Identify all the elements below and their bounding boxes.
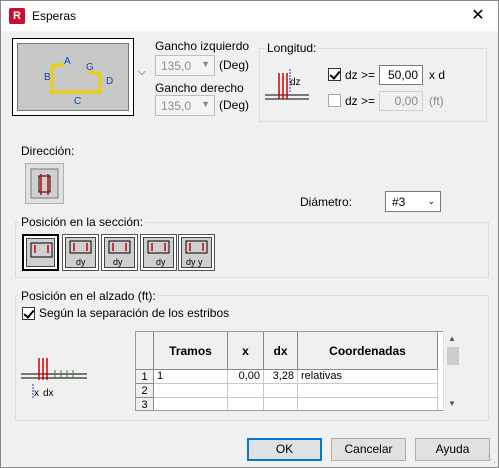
section-position-title: Posición en la sección: bbox=[19, 215, 146, 229]
table-cell-dx[interactable] bbox=[264, 384, 298, 398]
table-cell-dx[interactable]: 3,28 bbox=[264, 370, 298, 384]
stirrup-spacing-label: Según la separación de los estribos bbox=[39, 306, 230, 320]
dz-icon-label: dz bbox=[290, 77, 301, 88]
elevation-position-title: Posición en el alzado (ft): bbox=[19, 289, 158, 303]
table-cell-x[interactable] bbox=[228, 398, 264, 410]
direction-button[interactable] bbox=[25, 163, 64, 204]
table-cell-coordenadas[interactable] bbox=[298, 398, 438, 410]
dz-factor-input[interactable]: 50,00 bbox=[379, 65, 423, 85]
window-title: Esperas bbox=[32, 9, 77, 23]
right-hook-label: Gancho derecho bbox=[155, 81, 244, 95]
revit-app-icon: R bbox=[9, 8, 25, 24]
stirrup-hook-left bbox=[51, 62, 65, 68]
section-option-4-sub: dy bbox=[156, 257, 166, 267]
section-option-5-sub: dy y bbox=[186, 257, 203, 267]
section-position-option-5[interactable]: dy y bbox=[178, 234, 215, 271]
dz-factor-label: dz >= bbox=[345, 68, 376, 82]
elevation-dx-icon: x dx bbox=[21, 358, 87, 399]
table-cell-coordenadas[interactable] bbox=[298, 384, 438, 398]
close-icon[interactable]: ✕ bbox=[468, 6, 488, 26]
table-vertical-scrollbar[interactable]: ▲ ▼ bbox=[443, 331, 462, 411]
help-button[interactable]: Ayuda bbox=[415, 438, 490, 461]
row-header-3[interactable]: 3 bbox=[136, 398, 154, 410]
right-hook-unit: (Deg) bbox=[219, 98, 250, 112]
elevation-icon-x: x bbox=[34, 388, 39, 399]
section-position-icon-1 bbox=[30, 242, 53, 258]
column-header-dx[interactable]: dx bbox=[264, 332, 298, 370]
stirrup-spacing-checkbox[interactable] bbox=[22, 307, 35, 320]
length-group-title: Longitud: bbox=[265, 41, 319, 55]
table-cell-tramos[interactable] bbox=[154, 398, 228, 410]
column-header-coordenadas[interactable]: Coordenadas bbox=[298, 332, 438, 370]
scroll-up-icon[interactable]: ▲ bbox=[448, 334, 456, 343]
left-hook-select[interactable]: 135,0 ▼ bbox=[155, 55, 215, 76]
table-cell-x[interactable]: 0,00 bbox=[228, 370, 264, 384]
direction-stirrup-icon bbox=[30, 168, 59, 199]
preview-label-c: C bbox=[74, 96, 81, 107]
chevron-down-icon: ▼ bbox=[201, 99, 210, 109]
right-hook-select[interactable]: 135,0 ▼ bbox=[155, 95, 215, 116]
row-header-2[interactable]: 2 bbox=[136, 384, 154, 398]
right-hook-value: 135,0 bbox=[161, 99, 192, 113]
dz-factor-checkbox[interactable] bbox=[328, 68, 341, 81]
section-position-option-2[interactable]: dy bbox=[62, 234, 99, 271]
table-cell-dx[interactable] bbox=[264, 398, 298, 410]
elevation-icon-dx: dx bbox=[43, 388, 54, 399]
dz-length-input[interactable]: 0,00 bbox=[379, 91, 423, 111]
table-cell-tramos[interactable]: 1 bbox=[154, 370, 228, 384]
preview-label-b: B bbox=[44, 72, 51, 83]
preview-label-d: D bbox=[106, 76, 113, 87]
column-header-x[interactable]: x bbox=[228, 332, 264, 370]
table-cell-tramos[interactable] bbox=[154, 384, 228, 398]
section-position-icon-3: dy bbox=[108, 240, 131, 267]
scroll-down-icon[interactable]: ▼ bbox=[448, 399, 456, 408]
left-hook-unit: (Deg) bbox=[219, 58, 250, 72]
resize-grip-icon[interactable]: ⋱ bbox=[487, 454, 496, 465]
section-position-option-4[interactable]: dy bbox=[140, 234, 177, 271]
ok-button[interactable]: OK bbox=[247, 438, 322, 461]
chevron-down-icon: ▼ bbox=[201, 59, 210, 69]
elevation-table[interactable]: Tramos x dx Coordenadas 1 1 0,00 3,28 re… bbox=[135, 331, 462, 411]
dz-factor-unit: x d bbox=[429, 68, 446, 82]
diameter-label: Diámetro: bbox=[300, 195, 353, 209]
section-position-icon-4: dy bbox=[147, 240, 170, 267]
section-position-option-1[interactable] bbox=[22, 234, 59, 271]
left-hook-label: Gancho izquierdo bbox=[155, 39, 250, 53]
scroll-thumb[interactable] bbox=[447, 347, 459, 365]
section-option-2-sub: dy bbox=[76, 257, 86, 267]
hook-shape-chevron-down-icon[interactable]: ⌵ bbox=[138, 67, 146, 78]
diameter-value: #3 bbox=[392, 195, 406, 209]
section-position-option-3[interactable]: dy bbox=[101, 234, 138, 271]
stirrup-hook-drawing: A B C D G bbox=[44, 56, 113, 107]
hook-shape-canvas: A B C D G bbox=[17, 43, 129, 111]
esperas-dialog: R Esperas ✕ A B C D G ⌵ Gancho izquierdo… bbox=[0, 0, 499, 468]
hook-shape-preview[interactable]: A B C D G bbox=[12, 38, 134, 116]
diameter-select[interactable]: #3 ⌄ bbox=[385, 191, 441, 212]
column-header-tramos[interactable]: Tramos bbox=[154, 332, 228, 370]
preview-label-g: G bbox=[86, 62, 94, 73]
dz-length-label: dz >= bbox=[345, 94, 376, 108]
section-option-3-sub: dy bbox=[113, 257, 123, 267]
preview-label-a: A bbox=[64, 56, 71, 67]
dz-length-checkbox[interactable] bbox=[328, 94, 341, 107]
table-cell-x[interactable] bbox=[228, 384, 264, 398]
section-position-icon-5: dy y bbox=[185, 240, 208, 267]
table-corner-header bbox=[136, 332, 154, 370]
title-bar: R Esperas ✕ bbox=[1, 1, 498, 31]
table-cell-coordenadas[interactable]: relativas bbox=[298, 370, 438, 384]
dz-length-icon: dz bbox=[265, 69, 309, 100]
direction-label: Dirección: bbox=[21, 144, 75, 158]
chevron-down-icon: ⌄ bbox=[427, 196, 435, 206]
section-position-icon-2: dy bbox=[69, 240, 92, 267]
row-header-1[interactable]: 1 bbox=[136, 370, 154, 384]
cancel-button[interactable]: Cancelar bbox=[331, 438, 406, 461]
left-hook-value: 135,0 bbox=[161, 59, 192, 73]
dz-length-unit: (ft) bbox=[429, 94, 444, 108]
